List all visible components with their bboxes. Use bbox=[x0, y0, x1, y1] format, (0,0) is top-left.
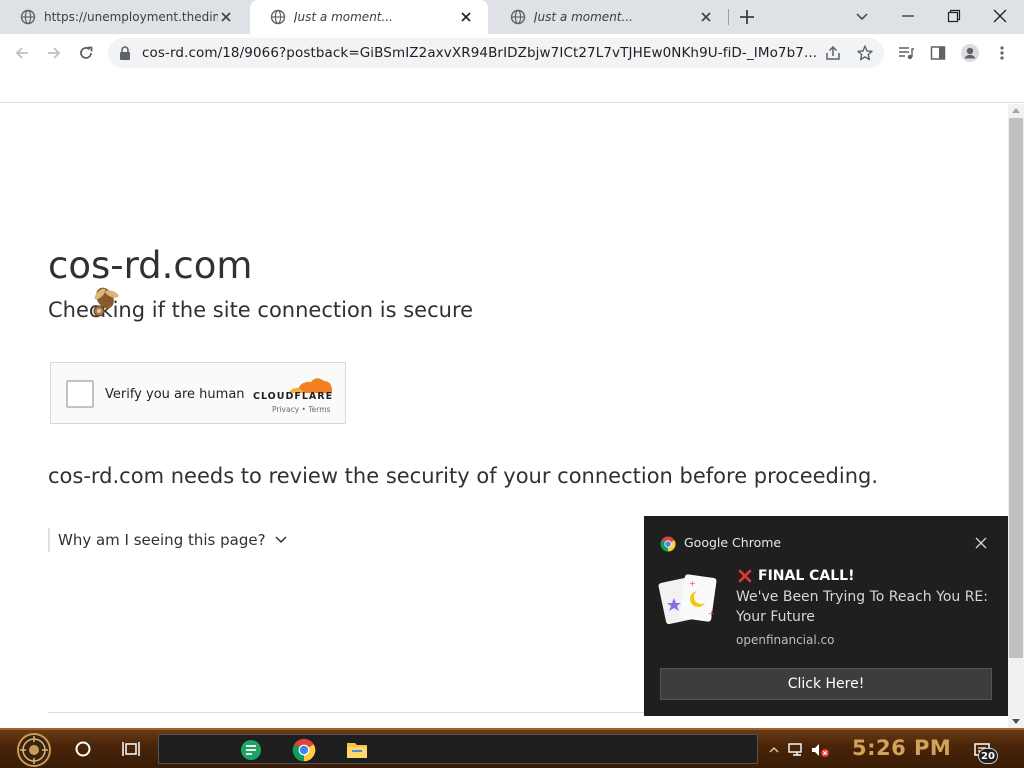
cloudflare-wordmark: CLOUDFLARE bbox=[253, 391, 334, 402]
volume-muted-icon[interactable] bbox=[810, 741, 830, 759]
taskbar-clock[interactable]: 5:26 PM bbox=[852, 736, 951, 760]
chevron-down-icon[interactable] bbox=[852, 6, 872, 26]
minimize-icon[interactable] bbox=[898, 6, 918, 26]
browser-toolbar: cos-rd.com/18/9066?postback=GiBSmIZ2axvX… bbox=[0, 34, 1024, 72]
close-icon[interactable] bbox=[990, 6, 1010, 26]
close-icon[interactable] bbox=[698, 9, 714, 25]
forward-icon[interactable] bbox=[44, 43, 64, 63]
chrome-icon[interactable] bbox=[292, 738, 316, 762]
scroll-up-arrow[interactable] bbox=[1012, 108, 1020, 113]
plus-icon[interactable] bbox=[738, 8, 756, 26]
notification-app-name: Google Chrome bbox=[684, 535, 782, 550]
security-review-text: cos-rd.com needs to review the security … bbox=[48, 464, 879, 488]
network-icon[interactable] bbox=[786, 741, 806, 759]
tab-separator bbox=[728, 9, 729, 25]
cloudflare-challenge-widget: Verify you are human CLOUDFLARE Privacy … bbox=[50, 362, 346, 424]
star-icon[interactable] bbox=[856, 44, 874, 66]
close-icon[interactable] bbox=[218, 9, 234, 25]
cross-icon bbox=[738, 569, 752, 583]
task-view-icon[interactable] bbox=[120, 738, 142, 760]
notification-action-button[interactable]: Click Here! bbox=[660, 668, 992, 700]
share-icon[interactable] bbox=[824, 44, 842, 66]
chevron-down-icon bbox=[275, 536, 287, 544]
close-icon[interactable] bbox=[974, 536, 988, 550]
media-icon[interactable] bbox=[896, 43, 916, 63]
tab-title: Just a moment... bbox=[534, 10, 633, 24]
page-scrollbar[interactable] bbox=[1008, 104, 1024, 728]
svg-text:+: + bbox=[708, 609, 715, 618]
link-separator: • bbox=[301, 405, 306, 414]
globe-icon bbox=[510, 9, 526, 25]
address-bar[interactable]: cos-rd.com/18/9066?postback=GiBSmIZ2axvX… bbox=[108, 38, 884, 68]
verify-label[interactable]: Verify you are human bbox=[105, 387, 245, 402]
page-title: cos-rd.com bbox=[48, 244, 253, 287]
notification-title: FINAL CALL! bbox=[738, 568, 854, 584]
reload-icon[interactable] bbox=[76, 43, 96, 63]
cards-icon: + + bbox=[658, 574, 717, 625]
profile-icon[interactable] bbox=[960, 43, 980, 63]
terms-link[interactable]: Terms bbox=[308, 405, 330, 414]
tab-unemployment[interactable]: https://unemployment.thedime bbox=[0, 0, 248, 34]
file-explorer-icon[interactable] bbox=[346, 739, 368, 761]
tab-just-a-moment[interactable]: Just a moment... bbox=[490, 0, 728, 34]
notification-source: openfinancial.co bbox=[736, 633, 835, 647]
close-icon[interactable] bbox=[458, 9, 474, 25]
maximize-icon[interactable] bbox=[944, 6, 964, 26]
verify-checkbox[interactable] bbox=[66, 380, 94, 408]
bookmark-bar bbox=[0, 72, 1024, 103]
notification-body: We've Been Trying To Reach You RE: Your … bbox=[736, 589, 988, 625]
globe-icon bbox=[270, 9, 286, 25]
tab-strip: https://unemployment.thedime Just a mome… bbox=[0, 0, 1024, 34]
notification-title-text: FINAL CALL! bbox=[758, 568, 855, 584]
url-text[interactable]: cos-rd.com/18/9066?postback=GiBSmIZ2axvX… bbox=[142, 45, 822, 61]
scrollbar-thumb[interactable] bbox=[1009, 118, 1023, 658]
cursor-icon bbox=[93, 287, 119, 317]
show-hidden-icons[interactable] bbox=[764, 741, 784, 759]
back-icon[interactable] bbox=[12, 43, 32, 63]
why-disclosure[interactable]: Why am I seeing this page? bbox=[48, 528, 288, 552]
chrome-notification[interactable]: Google Chrome + + FINAL CALL! We've Been… bbox=[644, 516, 1008, 716]
privacy-link[interactable]: Privacy bbox=[272, 405, 299, 414]
side-panel-icon[interactable] bbox=[928, 43, 948, 63]
globe-icon bbox=[20, 9, 36, 25]
widget-links: Privacy • Terms bbox=[272, 405, 330, 414]
tab-title: https://unemployment.thedime bbox=[44, 10, 218, 24]
lock-icon[interactable] bbox=[118, 45, 132, 65]
sheets-app-icon[interactable] bbox=[240, 739, 262, 761]
start-button-icon[interactable] bbox=[14, 732, 54, 768]
menu-icon[interactable] bbox=[992, 43, 1012, 63]
tab-title: Just a moment... bbox=[294, 10, 393, 24]
svg-text:+: + bbox=[689, 579, 696, 588]
tab-just-a-moment-active[interactable]: Just a moment... bbox=[250, 0, 488, 34]
chrome-icon bbox=[660, 536, 676, 552]
notification-count-badge: 20 bbox=[978, 748, 998, 764]
why-label: Why am I seeing this page? bbox=[58, 531, 266, 549]
scroll-down-arrow[interactable] bbox=[1012, 719, 1020, 724]
cortana-icon[interactable] bbox=[72, 738, 94, 760]
taskbar: 5:26 PM 20 bbox=[0, 728, 1024, 768]
